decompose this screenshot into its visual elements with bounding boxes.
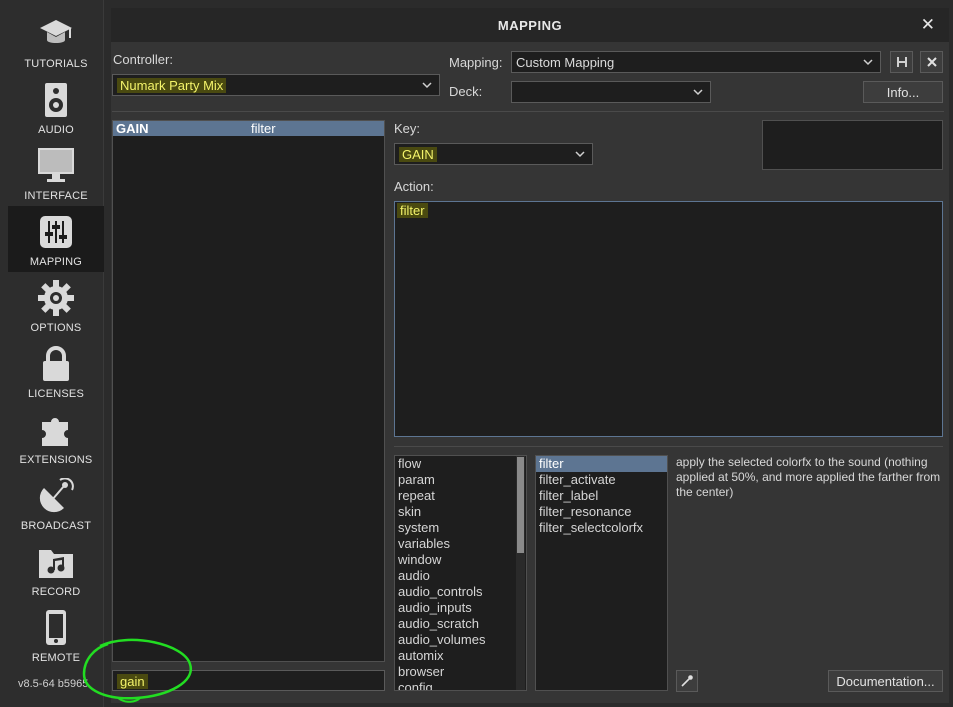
list-item[interactable]: filter: [536, 456, 667, 472]
list-item[interactable]: filter_resonance: [536, 504, 667, 520]
sidebar-item-licenses[interactable]: LICENSES: [8, 338, 104, 404]
sidebar-item-label: LICENSES: [27, 388, 84, 400]
divider: [112, 111, 944, 112]
list-item[interactable]: filter_selectcolorfx: [536, 520, 667, 536]
list-item[interactable]: variables: [395, 536, 515, 552]
sidebar-item-label: OPTIONS: [30, 322, 82, 334]
sidebar-item-label: AUDIO: [38, 124, 74, 136]
save-mapping-button[interactable]: [890, 51, 913, 73]
sidebar-item-extensions[interactable]: EXTENSIONS: [8, 404, 104, 470]
list-item[interactable]: audio_volumes: [395, 632, 515, 648]
chevron-down-icon: [575, 151, 585, 158]
monitor-icon: [38, 148, 74, 182]
action-editor[interactable]: filter: [394, 201, 943, 437]
list-item[interactable]: window: [395, 552, 515, 568]
list-item[interactable]: browser: [395, 664, 515, 680]
music-folder-icon: [39, 550, 73, 578]
list-item[interactable]: audio_controls: [395, 584, 515, 600]
controller-preview: [762, 120, 943, 170]
list-item[interactable]: audio_inputs: [395, 600, 515, 616]
chevron-down-icon: [422, 82, 432, 89]
lock-icon: [43, 346, 69, 381]
search-value: gain: [117, 674, 148, 689]
controller-select[interactable]: Numark Party Mix: [112, 74, 440, 96]
mapping-value: Custom Mapping: [516, 55, 615, 70]
title-bar: MAPPING ✕: [111, 8, 949, 42]
documentation-button[interactable]: Documentation...: [828, 670, 943, 692]
categories-list[interactable]: flow param repeat skin system variables window…: [394, 455, 527, 691]
verb-description: apply the selected colorfx to the sound …: [676, 455, 941, 499]
list-item[interactable]: audio: [395, 568, 515, 584]
graduation-cap-icon: [40, 20, 72, 43]
key-label: Key:: [394, 121, 421, 136]
mapping-select[interactable]: Custom Mapping: [511, 51, 881, 73]
eyedropper-icon: [681, 675, 693, 687]
list-item[interactable]: skin: [395, 504, 515, 520]
list-item[interactable]: audio_scratch: [395, 616, 515, 632]
mapping-label: Mapping:: [449, 55, 503, 70]
gear-icon: [38, 280, 74, 316]
version-label: v8.5-64 b5965: [18, 678, 89, 690]
search-input[interactable]: gain: [112, 670, 385, 691]
list-item[interactable]: system: [395, 520, 515, 536]
sliders-icon: [40, 216, 72, 248]
list-item[interactable]: filter_label: [536, 488, 667, 504]
table-row[interactable]: GAIN filter: [113, 121, 384, 136]
action-label: Action:: [394, 179, 434, 194]
speaker-icon: [45, 83, 67, 117]
controller-label: Controller:: [113, 52, 173, 67]
sidebar-item-label: TUTORIALS: [24, 58, 88, 70]
sidebar-item-broadcast[interactable]: BROADCAST: [8, 470, 104, 536]
action-text: filter: [397, 203, 428, 218]
key-cell: GAIN: [116, 121, 149, 136]
satellite-dish-icon: [39, 478, 74, 513]
list-item[interactable]: repeat: [395, 488, 515, 504]
sidebar: TUTORIALS AUDIO INTERFACE MAPPING OPTION…: [0, 0, 104, 707]
list-item[interactable]: param: [395, 472, 515, 488]
key-value: GAIN: [399, 147, 437, 162]
sidebar-item-tutorials[interactable]: TUTORIALS: [8, 8, 104, 74]
sidebar-item-options[interactable]: OPTIONS: [8, 272, 104, 338]
delete-mapping-button[interactable]: [920, 51, 943, 73]
chevron-down-icon: [863, 59, 873, 66]
sidebar-item-mapping[interactable]: MAPPING: [8, 206, 104, 272]
list-item[interactable]: automix: [395, 648, 515, 664]
verbs-list[interactable]: filter filter_activate filter_label filter_…: [535, 455, 668, 691]
list-item[interactable]: filter_activate: [536, 472, 667, 488]
list-item[interactable]: flow: [395, 456, 515, 472]
sidebar-item-interface[interactable]: INTERFACE: [8, 140, 104, 206]
deck-label: Deck:: [449, 84, 483, 99]
sidebar-item-label: MAPPING: [29, 256, 83, 268]
sidebar-item-record[interactable]: RECORD: [8, 536, 104, 602]
sidebar-item-audio[interactable]: AUDIO: [8, 74, 104, 140]
sidebar-item-label: RECORD: [31, 586, 81, 598]
sidebar-item-label: EXTENSIONS: [19, 454, 93, 466]
sidebar-item-label: INTERFACE: [24, 190, 88, 202]
action-cell: filter: [251, 121, 276, 136]
phone-icon: [46, 610, 66, 645]
window-title: MAPPING: [497, 18, 563, 33]
divider: [394, 446, 943, 447]
sidebar-item-label: REMOTE: [31, 652, 81, 664]
key-select[interactable]: GAIN: [394, 143, 593, 165]
controller-value: Numark Party Mix: [117, 78, 227, 93]
puzzle-icon: [42, 418, 68, 446]
chevron-down-icon: [693, 89, 703, 96]
scrollbar[interactable]: [516, 456, 525, 690]
list-item[interactable]: config: [395, 680, 515, 690]
info-button[interactable]: Info...: [863, 81, 943, 103]
sidebar-item-label: BROADCAST: [20, 520, 92, 532]
mapping-panel: MAPPING ✕ Controller: Numark Party Mix M…: [111, 8, 949, 703]
close-icon: [927, 57, 937, 67]
sidebar-item-remote[interactable]: REMOTE: [8, 602, 104, 668]
save-icon: [897, 57, 907, 67]
eyedropper-button[interactable]: [676, 670, 698, 692]
close-button[interactable]: ✕: [921, 15, 935, 35]
deck-select[interactable]: [511, 81, 711, 103]
scrollbar-thumb[interactable]: [517, 457, 524, 553]
keys-list[interactable]: GAIN filter: [112, 120, 385, 662]
